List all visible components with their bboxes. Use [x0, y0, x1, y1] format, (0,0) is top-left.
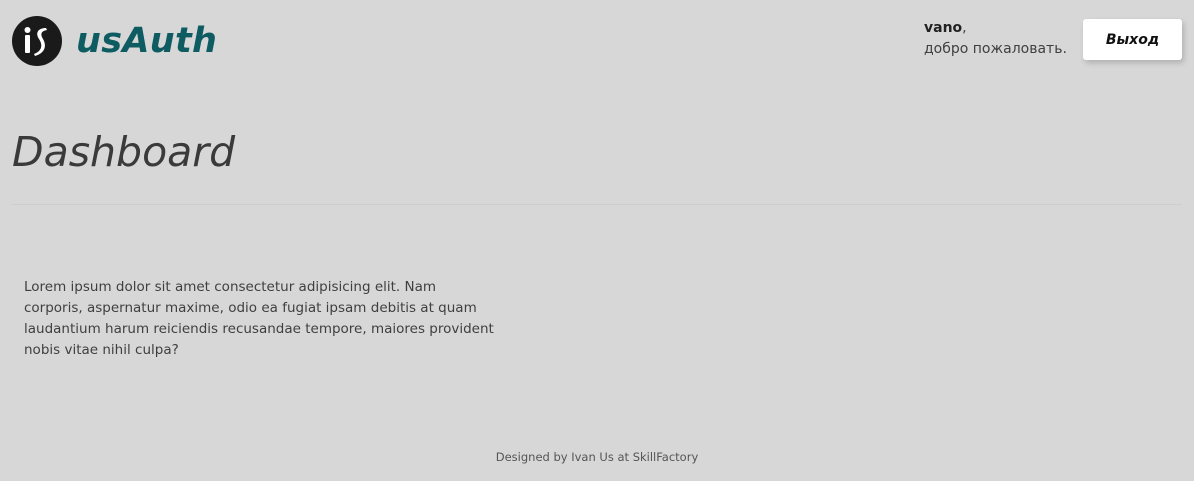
content-text: Lorem ipsum dolor sit amet consectetur a…	[24, 279, 494, 358]
brand-block[interactable]: usAuth	[12, 16, 217, 66]
welcome-user-line: vano,	[924, 18, 1067, 39]
user-name-suffix: ,	[962, 20, 967, 36]
footer-credit: Designed by Ivan Us at SkillFactory	[495, 450, 699, 464]
brand-name[interactable]: usAuth	[76, 21, 217, 61]
divider	[12, 204, 1182, 205]
page: usAuth vano, добро пожаловать. Выход Das…	[0, 0, 1194, 481]
page-title: Dashboard	[12, 128, 236, 176]
welcome-greeting: добро пожаловать.	[924, 41, 1067, 57]
welcome-message: vano, добро пожаловать.	[924, 18, 1067, 60]
logo-icon[interactable]	[12, 16, 62, 66]
logout-button[interactable]: Выход	[1083, 19, 1182, 60]
user-name: vano	[924, 20, 963, 36]
